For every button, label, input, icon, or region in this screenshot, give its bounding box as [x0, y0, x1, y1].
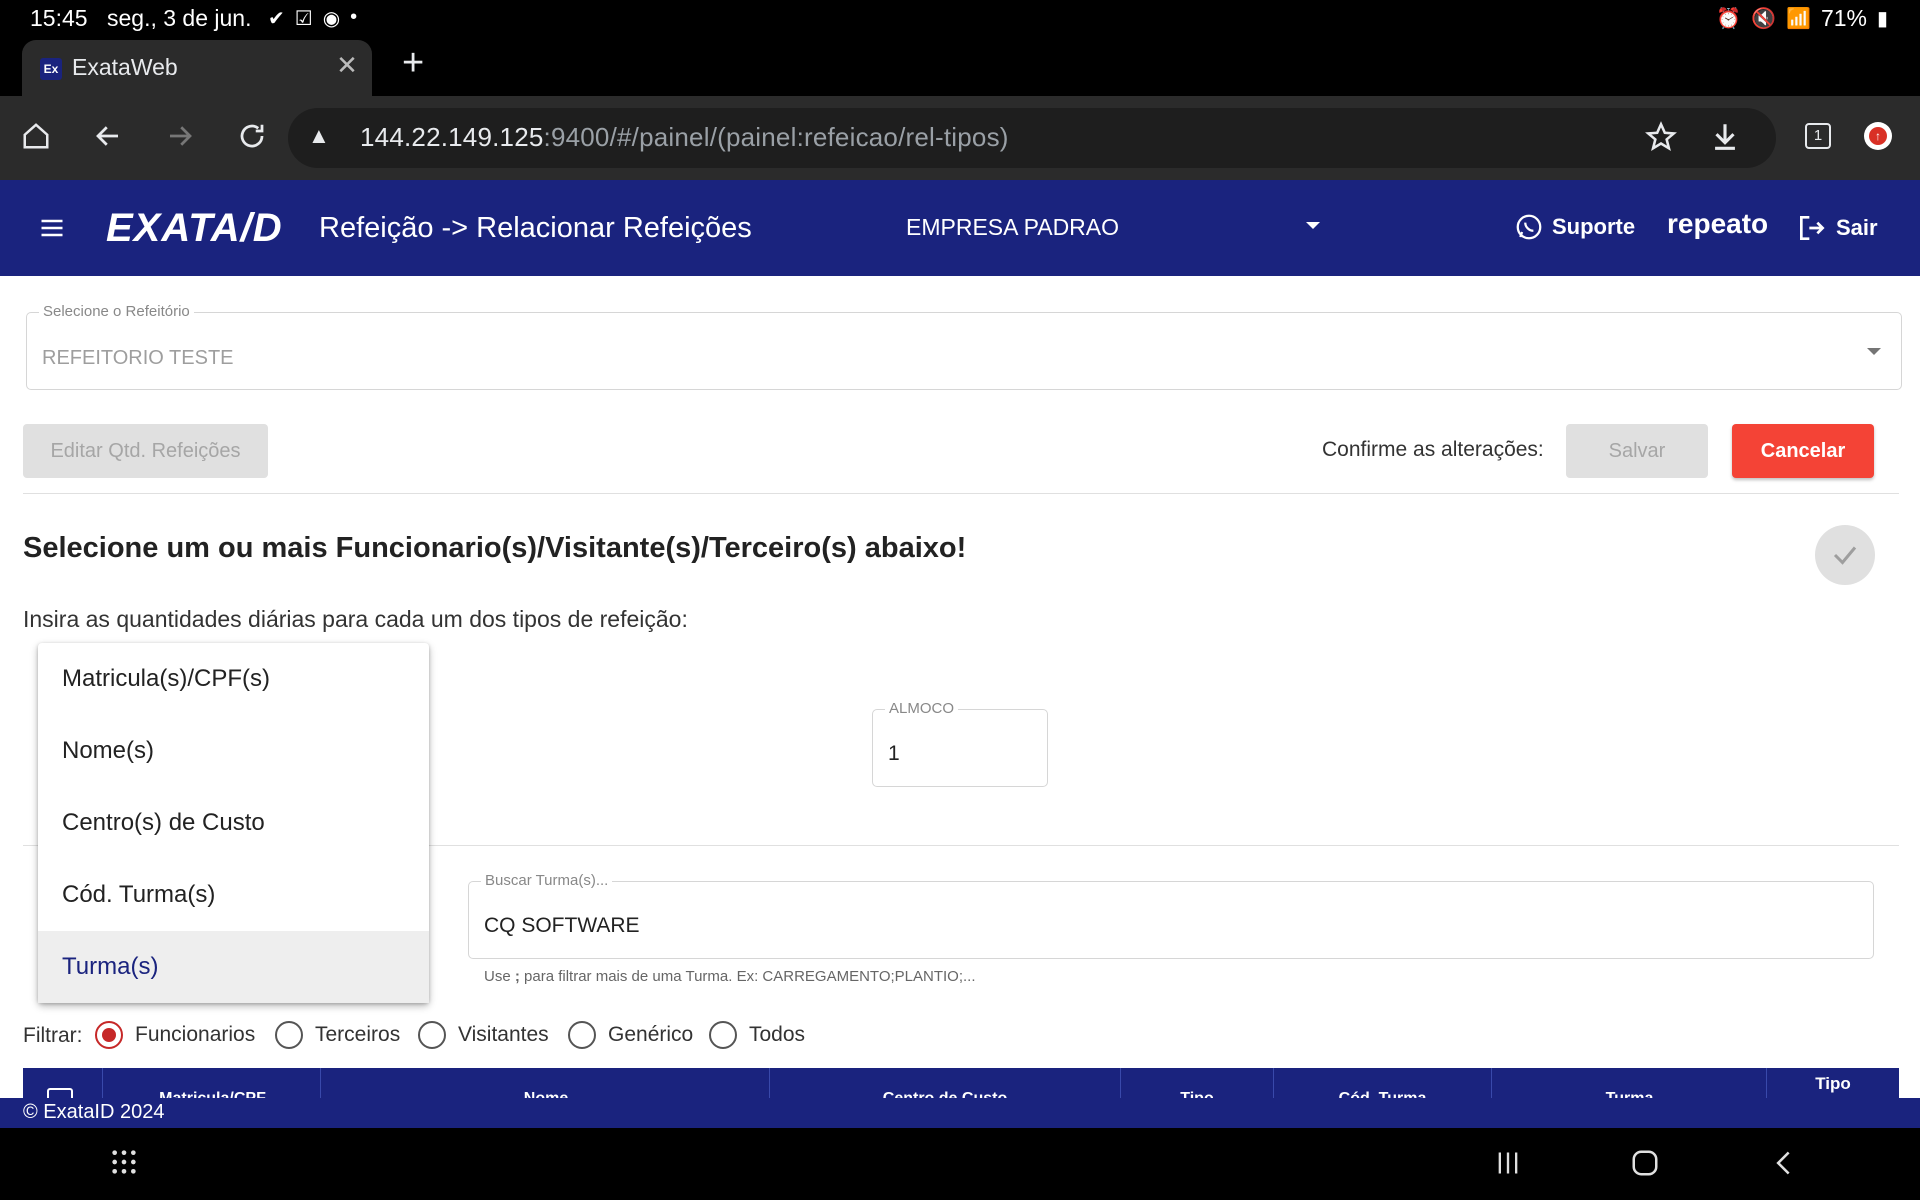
dropdown-option-centro-custo[interactable]: Centro(s) de Custo: [38, 787, 429, 859]
refeitorio-select[interactable]: Selecione o Refeitório REFEITORIO TESTE: [26, 303, 1902, 390]
reload-icon[interactable]: [230, 114, 274, 158]
system-icons: ⏰ 🔇 📶 71% ▮: [1716, 5, 1888, 32]
column-header-centro-custo[interactable]: Centro de Custo: [770, 1090, 1120, 1098]
radio-icon[interactable]: [418, 1021, 446, 1049]
home-icon[interactable]: [14, 114, 58, 158]
table-header: Matricula/CPF Nome Centro de Custo Tipo …: [23, 1068, 1899, 1098]
column-header-nome[interactable]: Nome: [321, 1090, 771, 1098]
search-type-dropdown-menu: Matricula(s)/CPF(s) Nome(s) Centro(s) de…: [38, 643, 429, 1003]
almoco-label: ALMOCO: [885, 700, 959, 717]
clock: 15:45: [30, 5, 88, 31]
system-status-bar: 15:45 seg., 3 de jun. ✔ ☑ ◉ • ⏰ 🔇 📶 71% …: [0, 0, 1920, 36]
url-text[interactable]: 144.22.149.125:9400/#/painel/(painel:ref…: [360, 122, 1009, 153]
bookmark-star-icon[interactable]: [1644, 120, 1678, 159]
column-header-tipo-refeicao[interactable]: Tipo: [1767, 1074, 1899, 1094]
warning-icon[interactable]: ▲: [308, 123, 338, 153]
chevron-down-icon[interactable]: [1306, 222, 1320, 229]
whatsapp-icon: [1516, 214, 1542, 240]
user-name: repeato: [1667, 208, 1769, 239]
new-tab-icon[interactable]: +: [402, 42, 424, 85]
radio-icon[interactable]: [709, 1021, 737, 1049]
tab-switcher-icon[interactable]: 1: [1796, 114, 1840, 158]
record-notification-icon: ◉: [322, 8, 341, 30]
refeitorio-label: Selecione o Refeitório: [39, 303, 194, 320]
search-value: CQ SOFTWARE: [484, 914, 640, 937]
check-notification-icon: ✔: [268, 8, 285, 30]
divider: [23, 493, 1899, 494]
radio-checked-icon[interactable]: [95, 1021, 123, 1049]
mute-icon: 🔇: [1751, 8, 1777, 30]
search-turma-input[interactable]: Buscar Turma(s)... CQ SOFTWARE: [468, 872, 1874, 959]
column-header-matricula[interactable]: Matricula/CPF: [103, 1090, 322, 1098]
address-bar[interactable]: ▲ 144.22.149.125:9400/#/painel/(painel:r…: [288, 108, 1776, 168]
forward-icon[interactable]: [158, 114, 202, 158]
dropdown-option-turma[interactable]: Turma(s): [38, 931, 429, 1003]
notification-icons: ✔ ☑ ◉ •: [268, 6, 357, 31]
browser-tab-strip: Ex ExataWeb ✕ +: [0, 36, 1920, 96]
exataid-logo[interactable]: EXATA/D: [106, 206, 283, 251]
radio-icon[interactable]: [275, 1021, 303, 1049]
chevron-down-icon[interactable]: [1867, 348, 1881, 355]
system-navigation-bar: [0, 1128, 1920, 1200]
search-label: Buscar Turma(s)...: [481, 872, 613, 889]
checkbox-notification-icon: ☑: [294, 8, 313, 30]
column-header-tipo[interactable]: Tipo: [1121, 1090, 1273, 1098]
tab-title: ExataWeb: [72, 54, 178, 80]
search-hint: Use ; para filtrar mais de uma Turma. Ex…: [484, 968, 976, 985]
browser-toolbar: ▲ 144.22.149.125:9400/#/painel/(painel:r…: [0, 96, 1920, 180]
edit-quantities-button[interactable]: Editar Qtd. Refeições: [23, 424, 268, 478]
logout-button[interactable]: Sair: [1796, 212, 1878, 244]
dropdown-option-matricula[interactable]: Matricula(s)/CPF(s): [38, 643, 429, 715]
back-nav-icon[interactable]: [1770, 1148, 1798, 1183]
close-tab-icon[interactable]: ✕: [332, 50, 362, 81]
radio-icon[interactable]: [568, 1021, 596, 1049]
wifi-icon: 📶: [1786, 8, 1811, 30]
logout-icon: [1800, 216, 1825, 240]
profile-update-icon[interactable]: ↑: [1856, 114, 1900, 158]
hamburger-menu-icon[interactable]: [38, 214, 66, 242]
radio-funcionarios[interactable]: Funcionarios: [95, 1021, 255, 1049]
almoco-value: 1: [888, 742, 900, 765]
confirm-check-button[interactable]: [1815, 525, 1875, 585]
select-all-checkbox[interactable]: [47, 1088, 73, 1098]
download-icon[interactable]: [1708, 120, 1742, 159]
section-subheading: Insira as quantidades diárias para cada …: [23, 606, 688, 632]
company-select[interactable]: EMPRESA PADRAO: [906, 214, 1119, 241]
date: seg., 3 de jun.: [107, 5, 252, 31]
column-header-turma[interactable]: Turma: [1492, 1090, 1767, 1098]
dot-icon: •: [350, 6, 358, 28]
alarm-icon: ⏰: [1716, 8, 1742, 30]
radio-generico[interactable]: Genérico: [568, 1021, 693, 1049]
radio-visitantes[interactable]: Visitantes: [418, 1021, 549, 1049]
refeitorio-value: REFEITORIO TESTE: [42, 347, 234, 369]
cancel-button[interactable]: Cancelar: [1732, 424, 1874, 478]
radio-todos[interactable]: Todos: [709, 1021, 805, 1049]
copyright-text: © ExataID 2024: [23, 1101, 165, 1123]
section-heading: Selecione um ou mais Funcionario(s)/Visi…: [23, 532, 967, 564]
radio-terceiros[interactable]: Terceiros: [275, 1021, 400, 1049]
back-icon[interactable]: [86, 114, 130, 158]
support-link[interactable]: Suporte: [1514, 212, 1635, 242]
save-button[interactable]: Salvar: [1566, 424, 1708, 478]
confirm-label: Confirme as alterações:: [1322, 438, 1544, 461]
dropdown-option-cod-turma[interactable]: Cód. Turma(s): [38, 859, 429, 931]
battery-percent: 71%: [1820, 5, 1867, 31]
app-header: EXATA/D Refeição -> Relacionar Refeições…: [0, 180, 1920, 276]
almoco-quantity-field[interactable]: ALMOCO 1: [872, 700, 1048, 787]
app-footer: © ExataID 2024: [0, 1098, 1920, 1128]
favicon-icon: Ex: [40, 58, 62, 80]
battery-icon: ▮: [1876, 8, 1888, 30]
page-title: Refeição -> Relacionar Refeições: [319, 212, 752, 244]
dropdown-option-nome[interactable]: Nome(s): [38, 715, 429, 787]
recent-apps-icon[interactable]: [1494, 1148, 1522, 1183]
home-nav-icon[interactable]: [1630, 1148, 1660, 1183]
column-header-cod-turma[interactable]: Cód. Turma: [1274, 1090, 1491, 1098]
check-icon: [1833, 546, 1857, 565]
filter-label: Filtrar:: [23, 1024, 83, 1047]
app-grid-icon[interactable]: [110, 1148, 138, 1181]
browser-tab[interactable]: Ex ExataWeb ✕: [22, 40, 372, 96]
